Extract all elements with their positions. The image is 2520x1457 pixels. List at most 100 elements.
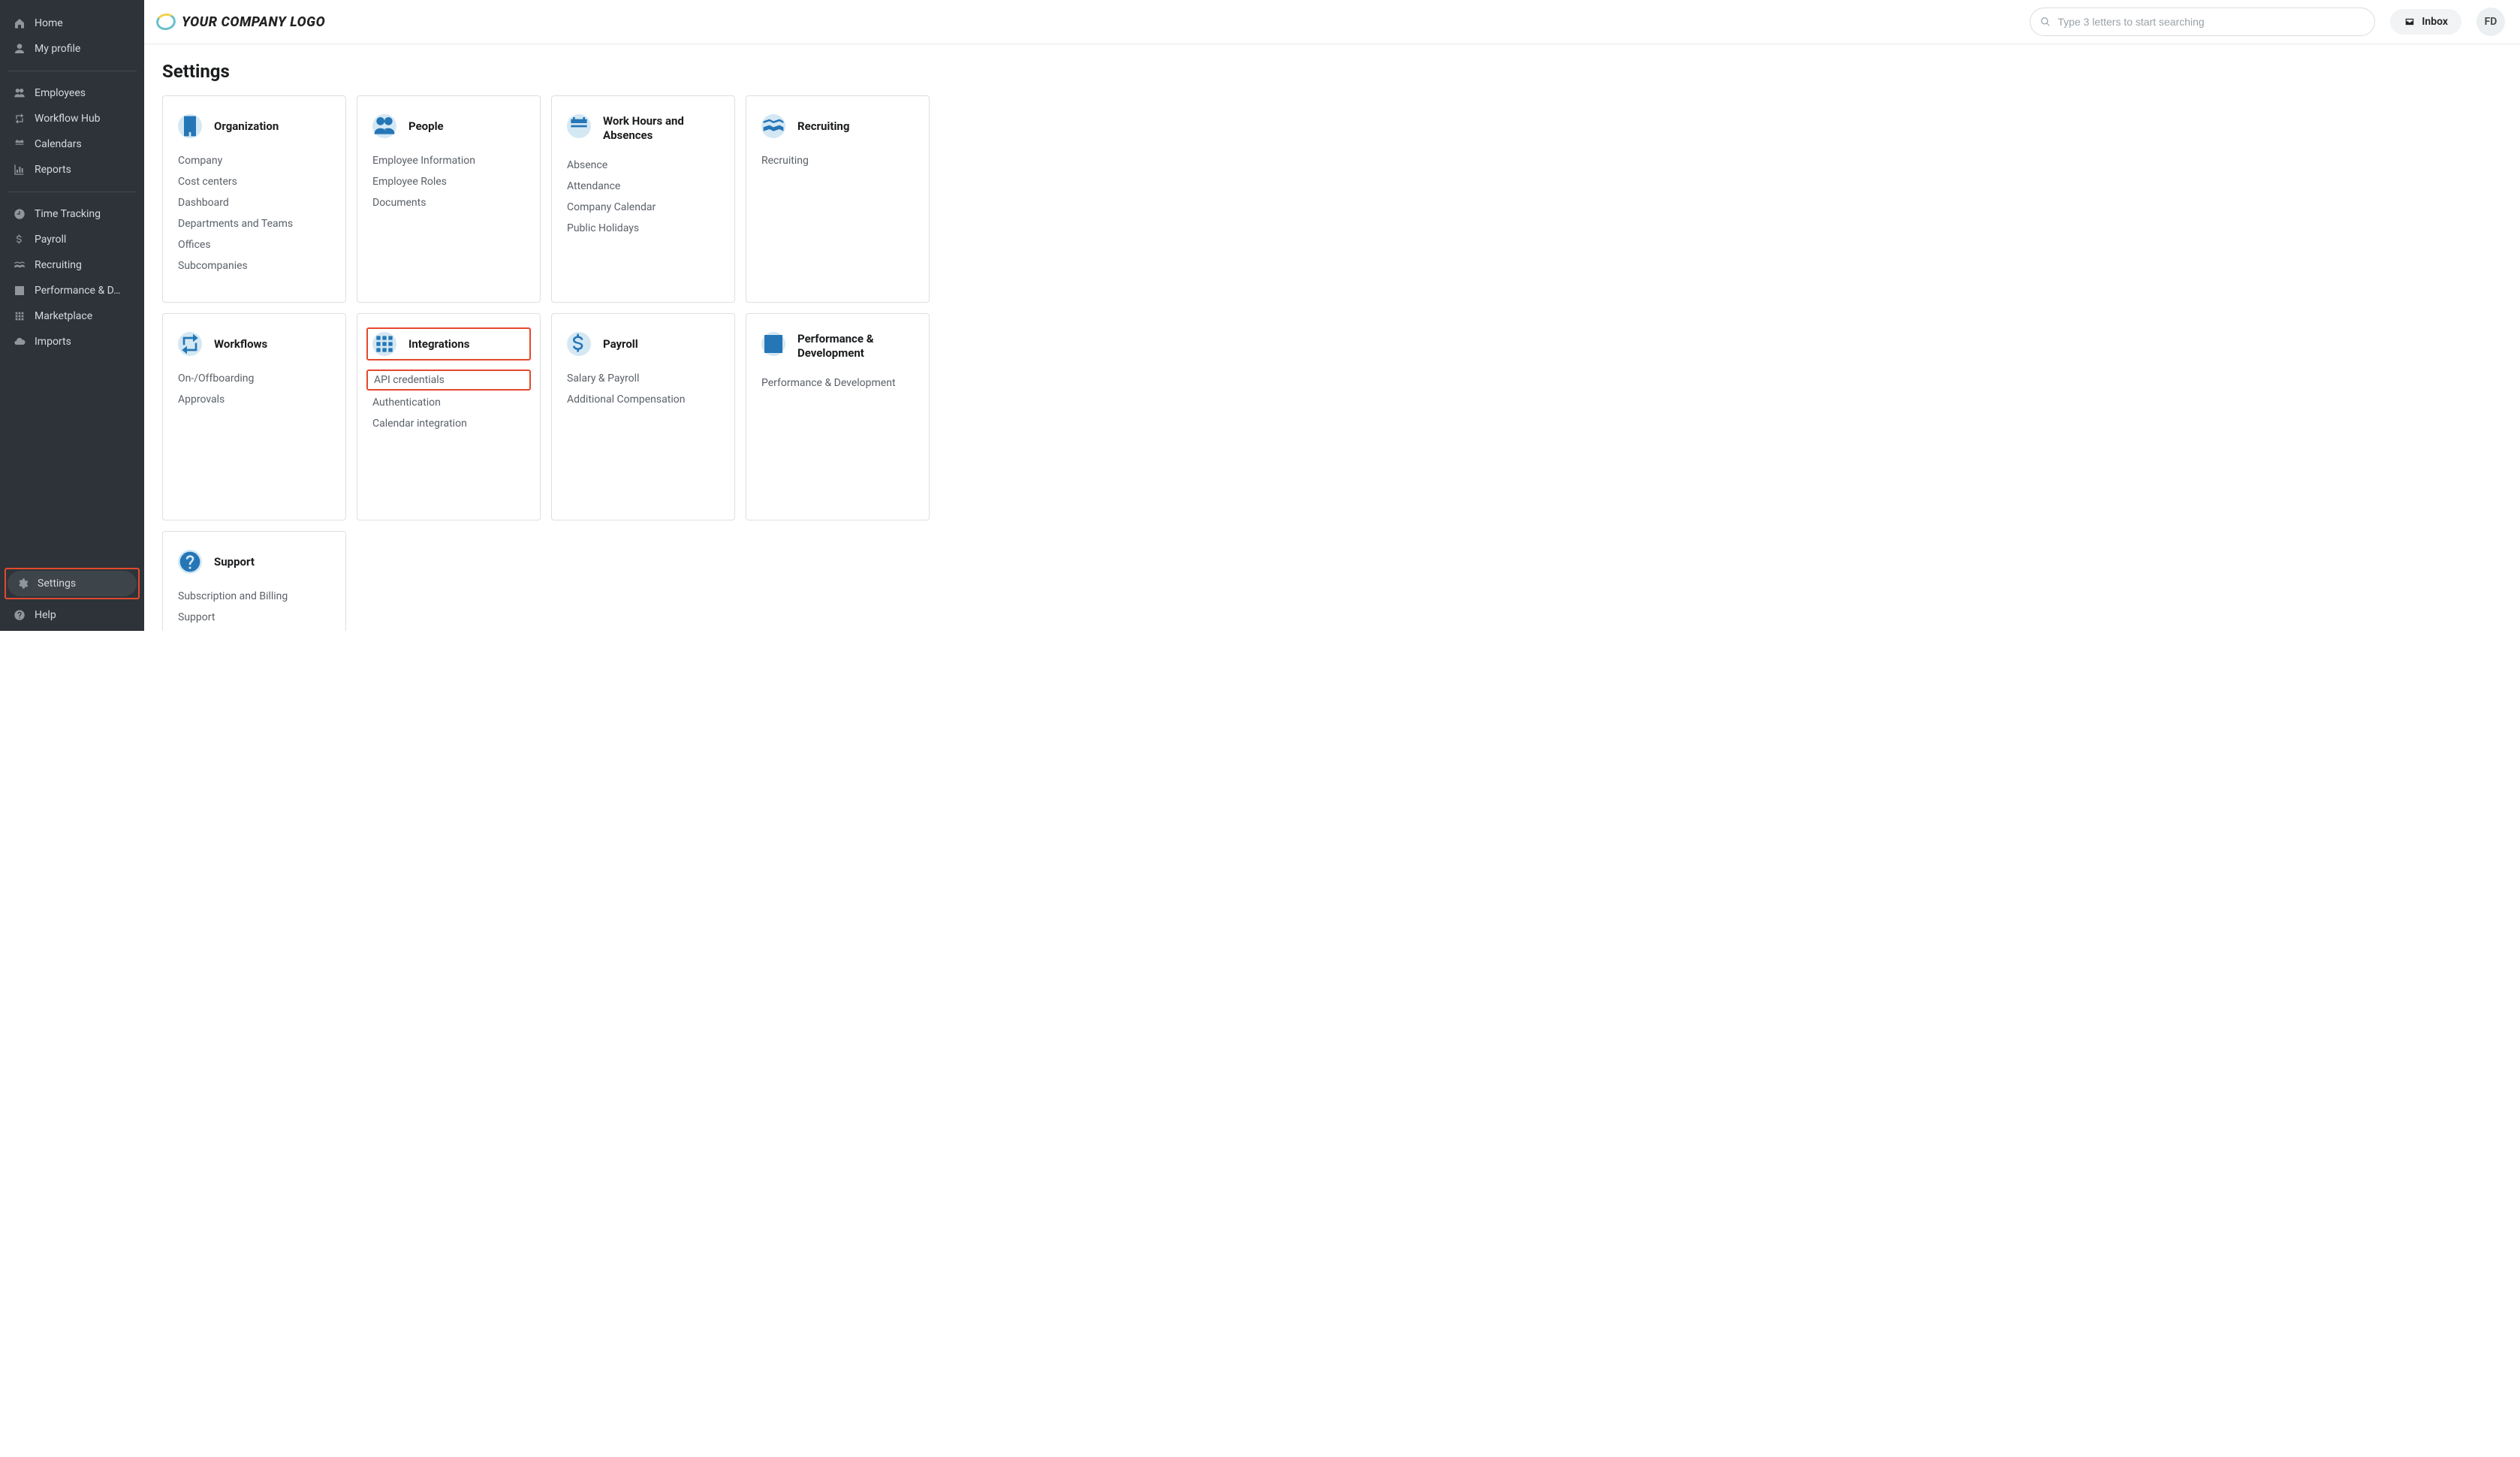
settings-link-attendance[interactable]: Attendance <box>567 180 719 192</box>
settings-card-people: People Employee Information Employee Role… <box>357 95 541 303</box>
settings-link-public-holidays[interactable]: Public Holidays <box>567 222 719 234</box>
card-title: Performance & Development <box>797 332 914 360</box>
card-title: People <box>408 119 444 134</box>
card-title: Support <box>214 555 255 569</box>
perf-icon <box>761 332 785 356</box>
sidebar-item-help[interactable]: Help <box>0 602 144 628</box>
inbox-label: Inbox <box>2422 16 2448 28</box>
question-icon <box>178 550 202 574</box>
sidebar-item-performance-d[interactable]: Performance & D… <box>0 278 144 303</box>
settings-link-offices[interactable]: Offices <box>178 239 330 251</box>
logo-mark <box>155 12 176 32</box>
settings-link-company[interactable]: Company <box>178 155 330 167</box>
sidebar-item-label: Imports <box>35 336 71 348</box>
settings-link-authentication[interactable]: Authentication <box>372 397 525 409</box>
settings-link-additional-compensation[interactable]: Additional Compensation <box>567 394 719 406</box>
user-icon <box>14 43 26 55</box>
sidebar-item-recruiting[interactable]: Recruiting <box>0 252 144 278</box>
settings-card-organization: Organization Company Cost centers Dashboar… <box>162 95 346 303</box>
settings-link-employee-roles[interactable]: Employee Roles <box>372 176 525 188</box>
settings-link-salary-payroll[interactable]: Salary & Payroll <box>567 373 719 385</box>
users-icon <box>14 87 26 99</box>
sidebar-item-payroll[interactable]: Payroll <box>0 227 144 252</box>
users-icon <box>372 114 396 138</box>
sidebar-item-employees[interactable]: Employees <box>0 80 144 106</box>
hand-icon <box>14 259 26 271</box>
settings-link-subscription-and-billing[interactable]: Subscription and Billing <box>178 590 330 602</box>
retweet-icon <box>14 113 26 125</box>
sidebar-item-home[interactable]: Home <box>0 11 144 36</box>
chart-icon <box>14 164 26 176</box>
settings-link-documents[interactable]: Documents <box>372 197 525 209</box>
settings-link-performance-development[interactable]: Performance & Development <box>761 377 914 389</box>
settings-link-company-calendar[interactable]: Company Calendar <box>567 201 719 213</box>
retweet-icon <box>178 332 202 356</box>
sidebar-item-time-tracking[interactable]: Time Tracking <box>0 201 144 227</box>
settings-card-performance-development: Performance & Development Performance & … <box>746 313 930 520</box>
sidebar: Home My profile Employees Workflow Hub C… <box>0 0 144 631</box>
settings-link-subcompanies[interactable]: Subcompanies <box>178 260 330 272</box>
settings-card-work-hours-and-absences: Work Hours and Absences Absence Attendanc… <box>551 95 735 303</box>
gear-icon <box>17 578 29 590</box>
annotation-highlight: Integrations <box>366 327 531 360</box>
sidebar-item-label: Performance & D… <box>35 285 121 297</box>
annotation-highlight: Settings <box>5 568 140 599</box>
avatar-initials: FD <box>2485 16 2497 28</box>
settings-card-integrations: Integrations API credentials Authenticati… <box>357 313 541 520</box>
sidebar-item-imports[interactable]: Imports <box>0 329 144 354</box>
home-icon <box>14 17 26 29</box>
settings-link-approvals[interactable]: Approvals <box>178 394 330 406</box>
sidebar-item-marketplace[interactable]: Marketplace <box>0 303 144 329</box>
card-title: Organization <box>214 119 279 134</box>
settings-link-employee-information[interactable]: Employee Information <box>372 155 525 167</box>
question-icon <box>14 609 26 621</box>
avatar[interactable]: FD <box>2476 8 2505 36</box>
sidebar-item-calendars[interactable]: Calendars <box>0 131 144 157</box>
sidebar-item-label: Recruiting <box>35 259 82 271</box>
logo-text: YOUR COMPANY LOGO <box>182 14 325 30</box>
cal-icon <box>567 114 591 138</box>
card-title: Payroll <box>603 337 638 351</box>
sidebar-item-label: Calendars <box>35 138 82 150</box>
sidebar-item-label: Payroll <box>35 234 66 246</box>
sidebar-item-label: Time Tracking <box>35 208 101 220</box>
dollar-icon <box>14 234 26 246</box>
hand-icon <box>761 114 785 138</box>
sidebar-item-label: Help <box>35 609 56 621</box>
settings-card-payroll: Payroll Salary & Payroll Additional Compe… <box>551 313 735 520</box>
cloud-icon <box>14 336 26 348</box>
sidebar-item-reports[interactable]: Reports <box>0 157 144 183</box>
settings-link-on-offboarding[interactable]: On-/Offboarding <box>178 373 330 385</box>
building-icon <box>178 114 202 138</box>
grid-icon <box>372 332 396 356</box>
inbox-button[interactable]: Inbox <box>2390 9 2461 35</box>
search-icon <box>2040 17 2051 27</box>
clock-icon <box>14 208 26 220</box>
sidebar-item-label: Home <box>35 17 63 29</box>
card-title: Workflows <box>214 337 267 351</box>
settings-card-workflows: Workflows On-/Offboarding Approvals <box>162 313 346 520</box>
cal-icon <box>14 138 26 150</box>
settings-link-api-credentials[interactable]: API credentials <box>374 374 445 386</box>
settings-link-departments-and-teams[interactable]: Departments and Teams <box>178 218 330 230</box>
settings-link-calendar-integration[interactable]: Calendar integration <box>372 418 525 430</box>
settings-link-recruiting[interactable]: Recruiting <box>761 155 914 167</box>
perf-icon <box>14 285 26 297</box>
company-logo[interactable]: YOUR COMPANY LOGO <box>156 14 325 30</box>
grid-icon <box>14 310 26 322</box>
sidebar-item-settings[interactable]: Settings <box>8 571 137 596</box>
topbar: YOUR COMPANY LOGO Inbox FD <box>144 0 2520 44</box>
settings-link-absence[interactable]: Absence <box>567 159 719 171</box>
card-title: Work Hours and Absences <box>603 114 719 143</box>
settings-link-dashboard[interactable]: Dashboard <box>178 197 330 209</box>
sidebar-item-workflow-hub[interactable]: Workflow Hub <box>0 106 144 131</box>
card-title: Recruiting <box>797 119 849 134</box>
settings-link-cost-centers[interactable]: Cost centers <box>178 176 330 188</box>
inbox-icon <box>2404 17 2416 27</box>
settings-link-support[interactable]: Support <box>178 611 330 623</box>
settings-card-recruiting: Recruiting Recruiting <box>746 95 930 303</box>
page-title: Settings <box>162 61 2502 82</box>
sidebar-item-my-profile[interactable]: My profile <box>0 36 144 62</box>
dollar-icon <box>567 332 591 356</box>
search-input[interactable] <box>2030 8 2375 36</box>
